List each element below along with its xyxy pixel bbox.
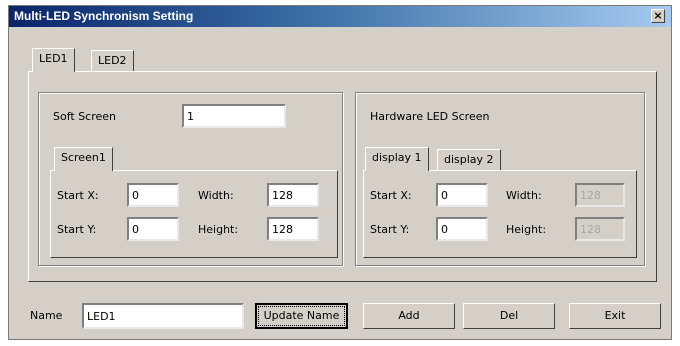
soft-screen-group: Soft Screen Screen1 Start X: Width: Star…: [38, 92, 343, 266]
hw-start-y-input[interactable]: [436, 217, 488, 241]
hw-start-y-label: Start Y:: [370, 223, 410, 236]
add-button[interactable]: Add: [363, 303, 455, 329]
soft-screen-label: Soft Screen: [53, 110, 117, 123]
soft-width-label: Width:: [198, 189, 234, 202]
tab-display1[interactable]: display 1: [365, 147, 429, 171]
name-input[interactable]: [82, 303, 244, 329]
window-title: Multi-LED Synchronism Setting: [14, 9, 194, 23]
tab-display2[interactable]: display 2: [437, 149, 501, 171]
hw-start-x-label: Start X:: [370, 189, 412, 202]
hw-width-label: Width:: [506, 189, 542, 202]
tab-screen1[interactable]: Screen1: [54, 147, 113, 171]
soft-height-input[interactable]: [267, 217, 319, 241]
tab-led2[interactable]: LED2: [91, 50, 134, 72]
hw-start-x-input[interactable]: [436, 183, 488, 207]
led-tab-panel: Soft Screen Screen1 Start X: Width: Star…: [28, 71, 657, 282]
soft-height-label: Height:: [198, 223, 239, 236]
display1-panel: Start X: Width: Start Y: Height:: [363, 170, 637, 258]
name-label: Name: [30, 309, 63, 322]
soft-width-input[interactable]: [267, 183, 319, 207]
title-bar[interactable]: Multi-LED Synchronism Setting ×: [9, 6, 671, 27]
soft-start-x-label: Start X:: [57, 189, 99, 202]
del-button[interactable]: Del: [463, 303, 555, 329]
soft-start-x-input[interactable]: [127, 183, 179, 207]
hw-width-input: [575, 183, 625, 207]
soft-start-y-label: Start Y:: [57, 223, 97, 236]
hw-height-label: Height:: [506, 223, 547, 236]
hw-height-input: [575, 217, 625, 241]
hardware-screen-label: Hardware LED Screen: [370, 110, 490, 123]
update-name-button[interactable]: Update Name: [255, 303, 348, 329]
hardware-screen-group: Hardware LED Screen display 1 display 2 …: [355, 92, 645, 266]
close-button[interactable]: ×: [651, 9, 665, 23]
soft-start-y-input[interactable]: [127, 217, 179, 241]
dialog-window: Multi-LED Synchronism Setting × LED1 LED…: [8, 5, 672, 340]
screen1-panel: Start X: Width: Start Y: Height:: [50, 170, 338, 258]
exit-button[interactable]: Exit: [569, 303, 661, 329]
tab-led1[interactable]: LED1: [32, 48, 75, 72]
soft-screen-input[interactable]: [182, 104, 286, 128]
